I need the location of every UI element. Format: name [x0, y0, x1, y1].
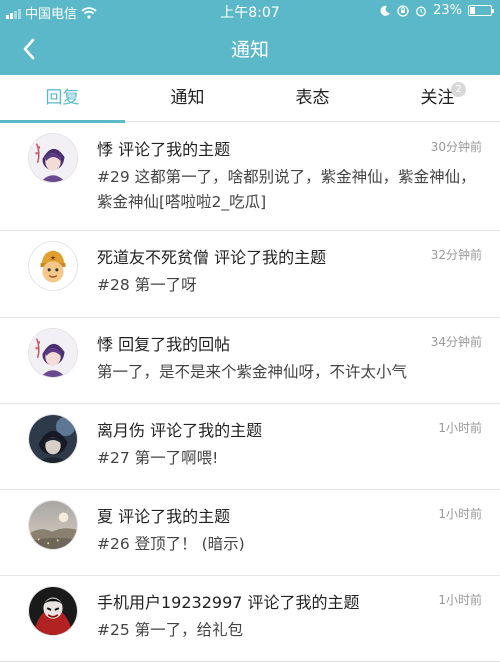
- avatar[interactable]: [28, 586, 78, 636]
- notification-list: 悸 评论了我的主题 30分钟前 #29 这都第一了，啥都别说了，紫金神仙，紫金神…: [0, 123, 500, 662]
- list-item[interactable]: 悸 回复了我的回帖 34分钟前 第一了，是不是来个紫金神仙呀，不许太小气: [0, 318, 500, 404]
- status-bar: 中国电信 上午8:07 23%: [0, 0, 500, 22]
- status-right: 23%: [380, 3, 494, 18]
- avatar[interactable]: [28, 133, 78, 183]
- tab-follows[interactable]: 关注: [375, 75, 500, 122]
- item-title: 手机用户19232997 评论了我的主题: [97, 593, 360, 612]
- item-body: #25 第一了，给礼包: [97, 621, 244, 639]
- item-title: 离月伤 评论了我的主题: [97, 421, 263, 440]
- item-body: #29 这都第一了，啥都别说了，紫金神仙，紫金神仙，紫金神仙[嗒啦啦2_吃瓜]: [97, 168, 476, 211]
- tab-reactions-label: 表态: [295, 88, 330, 108]
- purple-anime-avatar-icon: [29, 329, 77, 377]
- tab-replies[interactable]: 回复: [0, 75, 125, 123]
- avatar[interactable]: [28, 500, 78, 550]
- list-item[interactable]: 离月伤 评论了我的主题 1小时前 #27 第一了啊喂!: [0, 404, 500, 490]
- tab-notices-label: 通知: [170, 88, 205, 108]
- tab-replies-label: 回复: [45, 88, 80, 108]
- avatar[interactable]: [28, 414, 78, 464]
- list-item[interactable]: 夏 评论了我的主题 1小时前 #26 登顶了！ (暗示): [0, 490, 500, 576]
- item-title: 夏 评论了我的主题: [97, 507, 231, 526]
- item-time: 1小时前: [438, 421, 482, 435]
- avatar[interactable]: [28, 328, 78, 378]
- purple-anime-avatar-icon: [29, 134, 77, 182]
- item-title: 死道友不死贫僧 评论了我的主题: [97, 248, 327, 267]
- orientation-lock-icon: [397, 4, 409, 17]
- item-body: #26 登顶了！ (暗示): [97, 535, 245, 553]
- cartoon-helmet-avatar-icon: ★: [29, 242, 77, 290]
- item-body: #27 第一了啊喂!: [97, 449, 219, 467]
- battery-icon: [468, 5, 494, 16]
- tab-notices[interactable]: 通知: [125, 75, 250, 122]
- item-time: 32分钟前: [430, 248, 482, 262]
- item-title: 悸 评论了我的主题: [97, 140, 231, 159]
- tab-bar: 回复 通知 表态 关注 2: [0, 75, 500, 123]
- page-title: 通知: [230, 39, 269, 61]
- app-header: 中国电信 上午8:07 23% 通知: [0, 0, 500, 75]
- svg-text:★: ★: [50, 254, 56, 262]
- item-time: 30分钟前: [430, 140, 482, 154]
- alarm-icon: [416, 6, 427, 16]
- list-item[interactable]: 手机用户19232997 评论了我的主题 1小时前 #25 第一了，给礼包: [0, 576, 500, 662]
- item-time: 34分钟前: [430, 335, 482, 349]
- item-body: 第一了，是不是来个紫金神仙呀，不许太小气: [97, 363, 408, 381]
- nav-bar: 通知: [0, 22, 500, 75]
- item-time: 1小时前: [438, 507, 482, 521]
- list-item[interactable]: ★ 死道友不死贫僧 评论了我的主题 32分钟前 #28 第一了呀: [0, 231, 500, 318]
- item-time: 1小时前: [438, 593, 482, 607]
- dark-anime-avatar-icon: [29, 415, 77, 463]
- tab-follows-label: 关注: [420, 88, 455, 108]
- follows-count-badge: 2: [451, 82, 466, 97]
- landscape-avatar-icon: [29, 501, 77, 549]
- list-item[interactable]: 悸 评论了我的主题 30分钟前 #29 这都第一了，啥都别说了，紫金神仙，紫金神…: [0, 123, 500, 231]
- item-title: 悸 回复了我的回帖: [97, 335, 231, 354]
- avatar[interactable]: ★: [28, 241, 78, 291]
- item-body: #28 第一了呀: [97, 276, 197, 294]
- battery-percent: 23%: [433, 3, 462, 18]
- moon-icon: [380, 5, 391, 16]
- tab-reactions[interactable]: 表态: [250, 75, 375, 122]
- red-character-avatar-icon: [29, 587, 77, 635]
